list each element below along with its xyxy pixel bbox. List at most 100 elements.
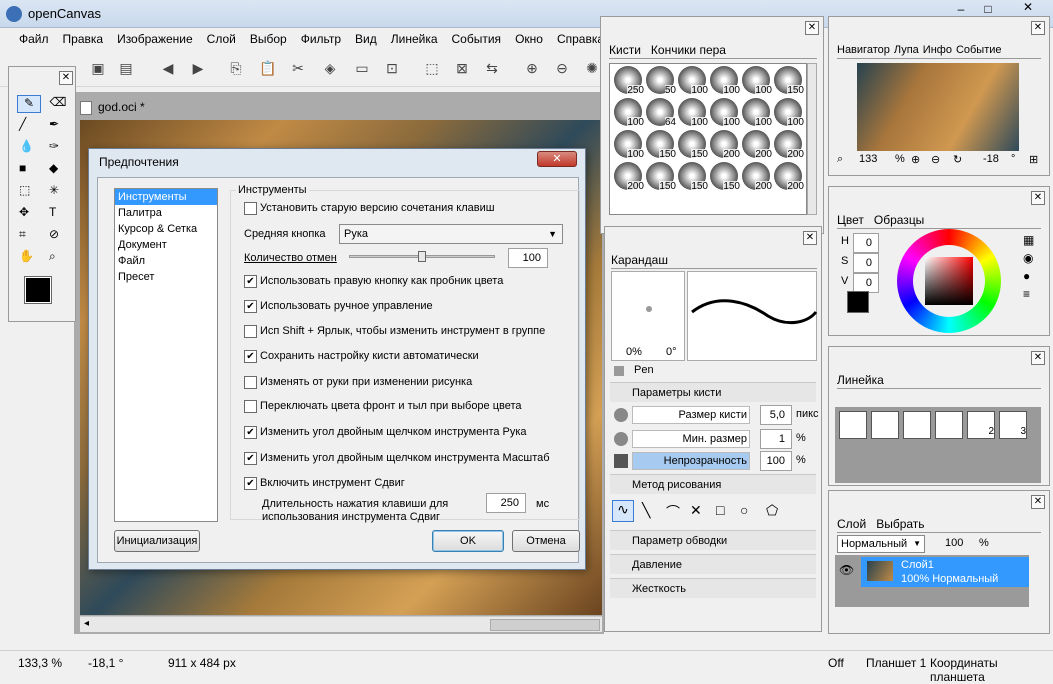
option-checkbox[interactable]: ✔ [244,275,257,288]
min-size-slider[interactable]: Мин. размер [632,430,750,448]
eye-icon[interactable]: 👁 [839,563,854,577]
eraser-icon[interactable]: ▭ [352,58,372,78]
move-tool-icon[interactable]: ✥ [19,205,29,219]
tab-navigator-0[interactable]: Навигатор [837,44,890,56]
pen-tool-icon[interactable]: ✑ [49,139,59,153]
menu-item[interactable]: Правка [56,32,111,46]
ruler-close-icon[interactable]: ✕ [1031,351,1045,365]
brush-params-header[interactable]: Параметры кисти [610,382,816,402]
save-all-icon[interactable]: ▤ [116,58,136,78]
bucket-tool-icon[interactable]: ◆ [49,161,58,175]
zoom-tool-icon[interactable]: ⌕ [49,249,56,264]
hardness-header[interactable]: Жесткость [610,578,816,598]
cut-icon[interactable]: ✂ [288,58,308,78]
brush-preset[interactable]: 150 [710,162,740,192]
tab-swatches[interactable]: Образцы [874,213,924,227]
magic-wand-icon[interactable]: ✳ [49,183,59,197]
brush-preset[interactable]: 200 [742,162,772,192]
tab-color[interactable]: Цвет [837,213,864,227]
navigator-close-icon[interactable]: ✕ [1031,21,1045,35]
blend-mode-select[interactable]: Нормальный ▼ [837,535,925,553]
tab-select[interactable]: Выбрать [876,517,924,531]
polyline-icon[interactable]: ✕ [690,502,702,519]
tools-close-icon[interactable]: ✕ [59,71,73,85]
category-item[interactable]: Инструменты [115,189,217,205]
zoom-icon[interactable]: ⌕ [837,153,843,166]
ruler-perspective-icon[interactable] [935,411,963,439]
initialize-button[interactable]: Инициализация [114,530,200,552]
hand-tool-icon[interactable]: ✋ [19,249,34,263]
invert-selection-icon[interactable]: ⇆ [482,58,502,78]
ruler-parallel-icon[interactable] [839,411,867,439]
tab-pen-tips[interactable]: Кончики пера [651,43,726,57]
paste-icon[interactable]: 📋 [258,58,278,78]
brush-preset[interactable]: 50 [646,66,676,96]
menu-item[interactable]: Изображение [110,32,200,46]
select-icon[interactable]: ⬚ [422,58,442,78]
water-tool-icon[interactable]: 💧 [19,139,34,153]
brushes-close-icon[interactable]: ✕ [805,21,819,35]
saturation-input[interactable]: 0 [853,253,879,273]
category-item[interactable]: Файл [115,253,217,269]
size-slider[interactable]: Размер кисти [632,406,750,424]
opacity-slider[interactable]: Непрозрачность [632,452,750,470]
brush-preset[interactable]: 100 [710,66,740,96]
fill-icon[interactable]: ◈ [320,58,340,78]
brush-preset[interactable]: 200 [614,162,644,192]
min-size-input[interactable]: 1 [760,429,792,449]
next-icon[interactable]: ▶ [188,58,208,78]
option-checkbox[interactable]: ✔ [244,426,257,439]
option-checkbox[interactable]: ✔ [244,300,257,313]
ruler-perspective-2-icon[interactable]: 2 [967,411,995,439]
brush-preset[interactable]: 100 [710,98,740,128]
menu-item[interactable]: Фильтр [294,32,348,46]
menu-item[interactable]: Линейка [384,32,445,46]
category-item[interactable]: Палитра [115,205,217,221]
brush-preset[interactable]: 150 [678,162,708,192]
transform-icon[interactable]: ⊡ [382,58,402,78]
draw-method-header[interactable]: Метод рисования [610,474,816,494]
polygon-icon[interactable]: ⬠ [766,502,778,519]
category-item[interactable]: Курсор & Сетка [115,221,217,237]
brush-preset[interactable]: 64 [646,98,676,128]
deselect-icon[interactable]: ⊠ [452,58,472,78]
brush-preset[interactable]: 100 [774,98,804,128]
category-item[interactable]: Документ [115,237,217,253]
color-list-mode-icon[interactable]: ≡ [1023,287,1030,301]
brush-preset[interactable]: 250 [614,66,644,96]
navigator-thumbnail[interactable] [857,63,1019,151]
eyedropper-tool-icon[interactable]: ⊘ [49,227,59,241]
freehand-icon[interactable]: ∿ [612,500,634,522]
nav-rotate-icon[interactable]: ↻ [953,153,962,166]
rectangle-icon[interactable]: □ [716,502,724,518]
option-checkbox[interactable]: ✔ [244,452,257,465]
option-checkbox[interactable] [244,325,257,338]
brush-preset[interactable]: 100 [678,98,708,128]
color-square[interactable] [925,257,973,305]
brush-preset[interactable]: 150 [646,130,676,160]
save-icon[interactable]: ▣ [88,58,108,78]
tab-navigator-2[interactable]: Инфо [923,44,952,56]
tab-ruler[interactable]: Линейка [837,373,884,387]
document-tab[interactable]: god.oci * [80,96,220,118]
option-checkbox[interactable]: ✔ [244,350,257,363]
menu-item[interactable]: Выбор [243,32,294,46]
brush-preset[interactable]: 150 [646,162,676,192]
ruler-perspective-3-icon[interactable]: 3 [999,411,1027,439]
brush-preset[interactable]: 200 [742,130,772,160]
brush-preset[interactable]: 100 [614,98,644,128]
color-close-icon[interactable]: ✕ [1031,191,1045,205]
menu-item[interactable]: Окно [508,32,550,46]
menu-item[interactable]: Файл [12,32,56,46]
nav-fit-icon[interactable]: ⊞ [1029,153,1038,166]
tab-navigator-3[interactable]: Событие [956,44,1002,56]
curve-icon[interactable]: ⌒ [666,502,680,522]
current-color-swatch[interactable] [847,291,869,313]
brush-preset[interactable]: 200 [774,130,804,160]
copy-icon[interactable]: ⎘ [226,58,246,78]
tab-navigator-1[interactable]: Лупа [894,44,919,56]
category-item[interactable]: Пресет [115,269,217,285]
selection-tool-icon[interactable]: ⬚ [19,183,30,197]
old-keys-checkbox[interactable] [244,202,257,215]
shift-duration-input[interactable]: 250 [486,493,526,513]
